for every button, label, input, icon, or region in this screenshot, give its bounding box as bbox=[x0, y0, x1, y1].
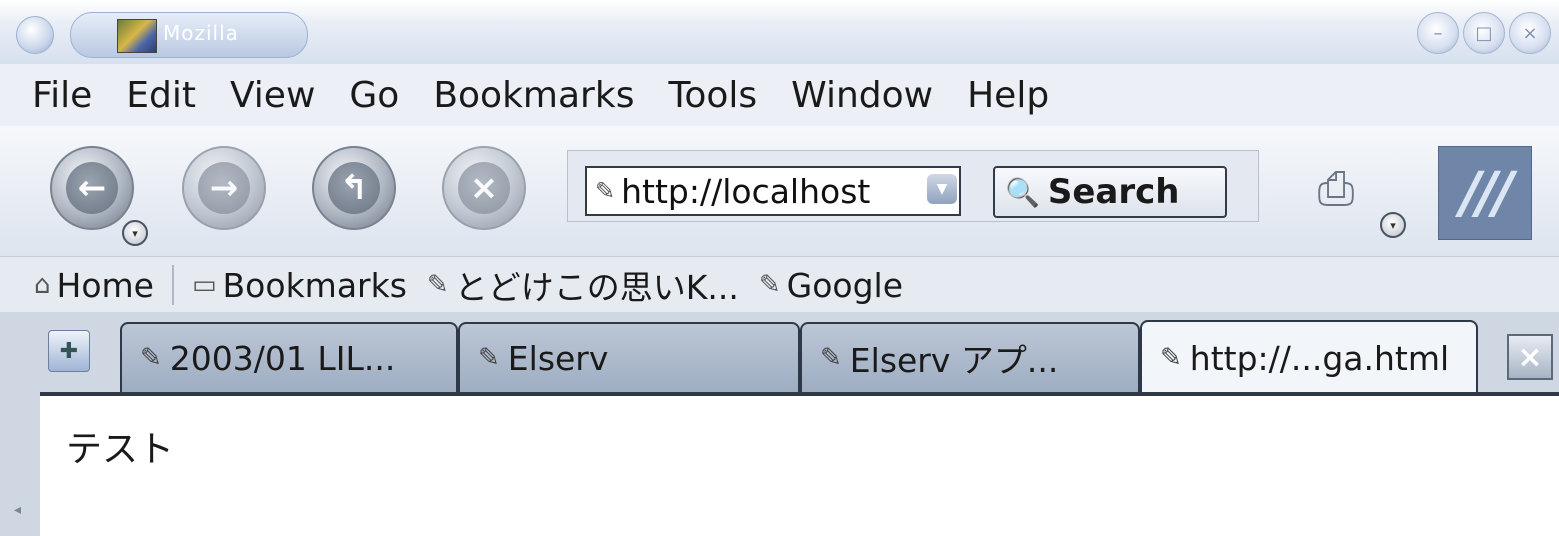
print-button[interactable]: ⎙ bbox=[1296, 160, 1376, 216]
home-icon: ⌂ bbox=[34, 270, 51, 300]
tab-elserv[interactable]: ✎ Elserv bbox=[458, 322, 800, 392]
forward-button[interactable]: → bbox=[182, 146, 266, 230]
close-tab-button[interactable]: × bbox=[1507, 334, 1553, 380]
app-icon bbox=[117, 19, 157, 53]
back-arrow-icon: ← bbox=[66, 162, 118, 214]
back-button[interactable]: ← bbox=[50, 146, 134, 230]
home-label: Home bbox=[56, 265, 154, 305]
forward-arrow-icon: → bbox=[198, 162, 250, 214]
minimize-icon: – bbox=[1433, 22, 1443, 44]
bookmarks-menu-button[interactable]: ▭ Bookmarks bbox=[192, 266, 407, 305]
tab-label: http://...ga.html bbox=[1189, 338, 1450, 378]
print-dropdown[interactable]: ▾ bbox=[1380, 212, 1406, 238]
browser-window: Mozilla – □ × File Edit View Go Bookmark… bbox=[0, 0, 1559, 536]
new-tab-button[interactable]: ✚ bbox=[48, 330, 90, 372]
reload-button[interactable]: ↰ bbox=[312, 146, 396, 230]
url-field[interactable]: ✎ ▼ bbox=[585, 166, 961, 216]
search-icon: 🔍 bbox=[1005, 175, 1040, 209]
search-button-label: Search bbox=[1047, 172, 1180, 212]
url-input[interactable] bbox=[615, 171, 912, 211]
menu-view[interactable]: View bbox=[230, 75, 315, 116]
navigation-toolbar: ← ▾ → ↰ × ✎ ▼ 🔍 Search ⎙ ▾ /// bbox=[0, 126, 1559, 256]
stop-icon: × bbox=[458, 162, 510, 214]
bookmarks-label: Bookmarks bbox=[222, 265, 407, 305]
window-controls: – □ × bbox=[1417, 12, 1551, 54]
bookmark-icon: ✎ bbox=[426, 270, 449, 300]
menu-file[interactable]: File bbox=[32, 75, 92, 116]
reload-icon: ↰ bbox=[328, 162, 380, 214]
tab-label: 2003/01 LIL... bbox=[169, 338, 396, 378]
close-icon: × bbox=[1517, 339, 1543, 375]
tab-label: Elserv bbox=[507, 338, 609, 378]
home-button[interactable]: ⌂ Home bbox=[34, 266, 154, 305]
new-tab-icon: ✚ bbox=[59, 338, 79, 364]
back-history-dropdown[interactable]: ▾ bbox=[122, 220, 148, 246]
url-history-dropdown[interactable]: ▼ bbox=[927, 174, 957, 204]
maximize-icon: □ bbox=[1475, 22, 1493, 44]
window-title: Mozilla bbox=[163, 21, 239, 45]
tab-strip: ✚ ✎ 2003/01 LIL... ✎ Elserv ✎ Elserv アプ.… bbox=[24, 312, 1559, 396]
bookmark-item-google[interactable]: ✎ Google bbox=[759, 266, 903, 305]
search-button[interactable]: 🔍 Search bbox=[993, 166, 1227, 218]
bookmark-icon: ✎ bbox=[140, 343, 162, 373]
mozilla-logo-icon: /// bbox=[1460, 160, 1513, 226]
collapse-arrow-icon: ◂ bbox=[14, 502, 22, 518]
bookmark-label-google: Google bbox=[786, 265, 903, 305]
maximize-button[interactable]: □ bbox=[1463, 12, 1505, 54]
menu-help[interactable]: Help bbox=[967, 75, 1049, 116]
personal-toolbar: ⌂ Home ▭ Bookmarks ✎ とどけこの思いK... ✎ Googl… bbox=[0, 256, 1559, 314]
tab-elserv-app[interactable]: ✎ Elserv アプ... bbox=[800, 322, 1140, 392]
toolbar-separator bbox=[171, 265, 174, 305]
printer-icon: ⎙ bbox=[1317, 161, 1355, 215]
window-title-pill: Mozilla bbox=[70, 12, 308, 58]
menu-bookmarks[interactable]: Bookmarks bbox=[433, 75, 634, 116]
tab-2003-01-lil[interactable]: ✎ 2003/01 LIL... bbox=[120, 322, 458, 392]
bookmark-icon: ✎ bbox=[1160, 343, 1182, 373]
menu-tools[interactable]: Tools bbox=[668, 75, 757, 116]
tab-active-page[interactable]: ✎ http://...ga.html bbox=[1140, 320, 1478, 394]
bookmark-item-todoke[interactable]: ✎ とどけこの思いK... bbox=[427, 261, 739, 309]
bookmark-label-todoke: とどけこの思いK... bbox=[454, 268, 739, 307]
bookmark-icon: ✎ bbox=[820, 343, 842, 373]
minimize-button[interactable]: – bbox=[1417, 12, 1459, 54]
bookmark-icon: ✎ bbox=[478, 343, 500, 373]
page-proxy-icon: ✎ bbox=[595, 177, 616, 205]
close-icon: × bbox=[1522, 22, 1538, 44]
window-menu-button[interactable] bbox=[16, 16, 54, 54]
throbber-logo[interactable]: /// bbox=[1438, 146, 1532, 240]
page-text: テスト bbox=[66, 429, 175, 470]
bookmark-icon: ✎ bbox=[758, 270, 781, 300]
page-content: テスト bbox=[40, 396, 1559, 536]
menu-bar: File Edit View Go Bookmarks Tools Window… bbox=[0, 64, 1559, 126]
stop-button[interactable]: × bbox=[442, 146, 526, 230]
title-bar: Mozilla – □ × bbox=[0, 0, 1559, 64]
menu-go[interactable]: Go bbox=[349, 75, 399, 116]
close-window-button[interactable]: × bbox=[1509, 12, 1551, 54]
folder-icon: ▭ bbox=[191, 270, 217, 300]
menu-edit[interactable]: Edit bbox=[126, 75, 196, 116]
menu-window[interactable]: Window bbox=[791, 75, 933, 116]
tab-label: Elserv アプ... bbox=[849, 341, 1059, 380]
